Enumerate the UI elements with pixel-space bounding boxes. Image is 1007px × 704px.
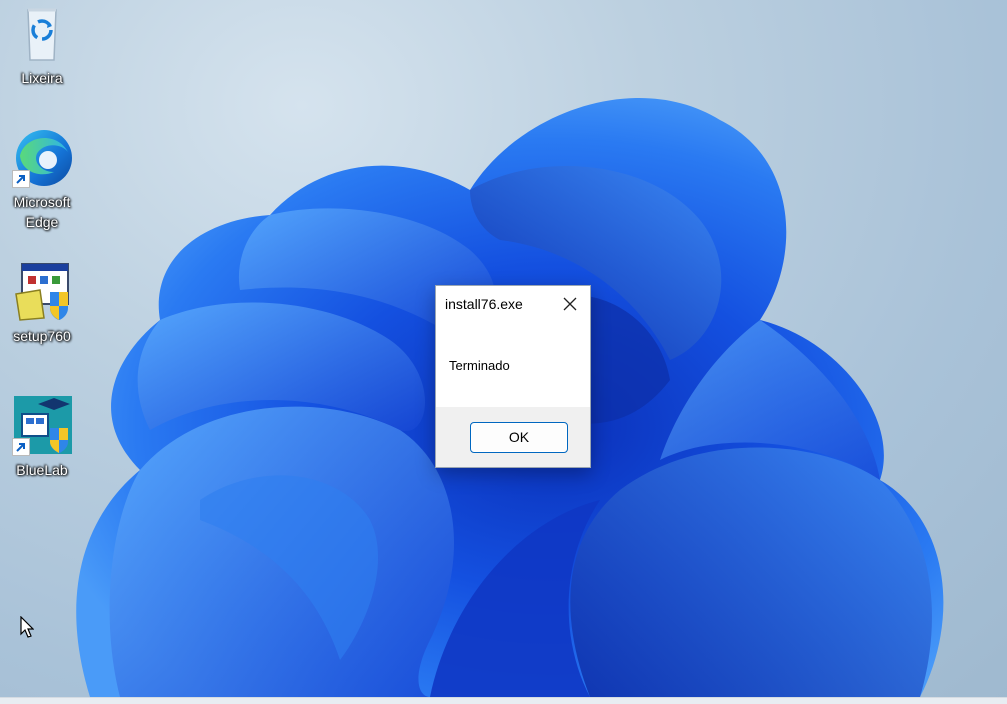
close-icon (563, 297, 577, 311)
installer-icon (10, 260, 74, 324)
shortcut-arrow-icon (12, 438, 30, 456)
desktop-icon-recycle-bin[interactable]: Lixeira (2, 2, 82, 88)
shortcut-arrow-icon (12, 170, 30, 188)
recycle-bin-icon (10, 2, 74, 66)
desktop-icon-bluelab[interactable]: BlueLab (2, 394, 82, 480)
desktop-icon-label: setup760 (13, 328, 71, 344)
edge-icon (10, 126, 74, 190)
ok-button[interactable]: OK (470, 421, 568, 453)
dialog-footer: OK (436, 407, 590, 467)
mouse-cursor-icon (20, 616, 34, 638)
taskbar (0, 697, 1007, 704)
dialog-title: install76.exe (445, 296, 523, 312)
close-button[interactable] (550, 286, 590, 322)
dialog-titlebar[interactable]: install76.exe (436, 286, 590, 322)
dialog-message: Terminado (449, 357, 510, 373)
desktop-icon-label: Lixeira (21, 70, 63, 86)
desktop-icon-setup760[interactable]: setup760 (2, 260, 82, 346)
desktop-icon-label: BlueLab (16, 462, 68, 478)
bluelab-icon (10, 394, 74, 458)
desktop-icon-edge[interactable]: Microsoft Edge (2, 126, 82, 232)
desktop-icon-label: Microsoft Edge (13, 194, 71, 230)
message-dialog: install76.exe Terminado OK (435, 285, 591, 468)
dialog-body: Terminado (436, 322, 590, 408)
